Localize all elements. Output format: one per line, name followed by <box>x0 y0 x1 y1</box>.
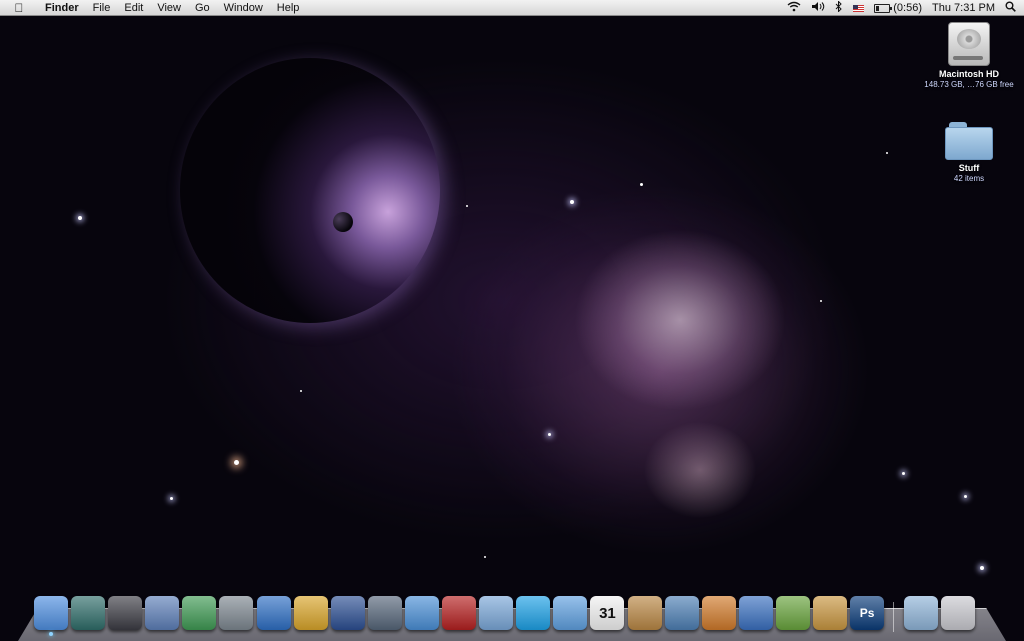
aperture-icon[interactable] <box>108 596 143 630</box>
hard-drive-icon <box>948 22 990 66</box>
desktop-icon-sublabel: 42 items <box>953 174 985 183</box>
ical-icon[interactable]: 31 <box>590 596 625 630</box>
pages-icon[interactable] <box>256 596 291 630</box>
iphoto-icon[interactable] <box>664 596 699 630</box>
battery-status[interactable]: (0:56) <box>874 2 922 14</box>
vmware-fusion-icon[interactable] <box>219 596 254 630</box>
desktop-icon-label: Stuff <box>958 163 980 173</box>
iweb-icon[interactable] <box>775 596 810 630</box>
folder-icon <box>945 122 993 160</box>
imovie-icon[interactable] <box>738 596 773 630</box>
address-book-icon[interactable] <box>627 596 662 630</box>
image-editor-icon[interactable] <box>812 596 847 630</box>
volume-icon[interactable] <box>811 1 825 15</box>
apple-icon[interactable]:  <box>12 1 26 15</box>
wallpaper-planet <box>180 58 440 323</box>
documents-stack-icon[interactable] <box>904 596 939 630</box>
photo-booth-icon[interactable] <box>442 596 477 630</box>
menu-go[interactable]: Go <box>188 0 217 16</box>
itunes-icon[interactable] <box>553 596 588 630</box>
menu-edit[interactable]: Edit <box>117 0 150 16</box>
skype-icon[interactable] <box>516 596 551 630</box>
keynote-icon[interactable] <box>145 596 180 630</box>
photoshop-icon[interactable]: Ps <box>850 596 885 630</box>
battery-time: (0:56) <box>893 2 923 14</box>
status-area: (0:56) Thu 7:31 PM <box>787 0 1016 16</box>
bluetooth-icon[interactable] <box>835 0 843 15</box>
us-flag-icon[interactable] <box>853 4 865 12</box>
dock-item-label: Ps <box>859 606 875 620</box>
spotlight-search-icon[interactable] <box>1005 1 1016 15</box>
desktop-icon-stuff[interactable]: Stuff 42 items <box>924 122 1014 183</box>
dock-separator <box>887 596 901 632</box>
ichat-icon[interactable] <box>479 596 514 630</box>
desktop-icon-sublabel: 148.73 GB, …76 GB free <box>924 80 1014 89</box>
trash-icon[interactable] <box>941 596 976 630</box>
menu-file[interactable]: File <box>86 0 118 16</box>
clock[interactable]: Thu 7:31 PM <box>932 2 995 14</box>
wallpaper-moon <box>333 212 353 232</box>
preview-icon[interactable] <box>367 596 402 630</box>
dock-item-label: 31 <box>599 604 616 622</box>
safari-icon[interactable] <box>404 596 439 630</box>
menu-view[interactable]: View <box>150 0 188 16</box>
battery-icon <box>874 3 893 13</box>
desktop-icon-macintosh-hd[interactable]: Macintosh HD 148.73 GB, …76 GB free <box>924 22 1014 89</box>
menu-bar:  Finder File Edit View Go Window Help (… <box>0 0 1024 16</box>
garageband-shell-icon[interactable] <box>293 596 328 630</box>
menu-window[interactable]: Window <box>217 0 270 16</box>
dock: 31 Ps <box>34 590 978 636</box>
numbers-icon[interactable] <box>182 596 217 630</box>
desktop-icon-label: Macintosh HD <box>938 69 999 79</box>
menu-app-name[interactable]: Finder <box>38 0 86 16</box>
finder-icon[interactable] <box>34 596 68 636</box>
google-earth-icon[interactable] <box>330 596 365 630</box>
wifi-icon[interactable] <box>787 1 801 15</box>
time-machine-icon[interactable] <box>71 596 106 630</box>
menu-help[interactable]: Help <box>270 0 307 16</box>
running-indicator <box>49 632 53 636</box>
garageband-guitar-icon[interactable] <box>701 596 736 630</box>
